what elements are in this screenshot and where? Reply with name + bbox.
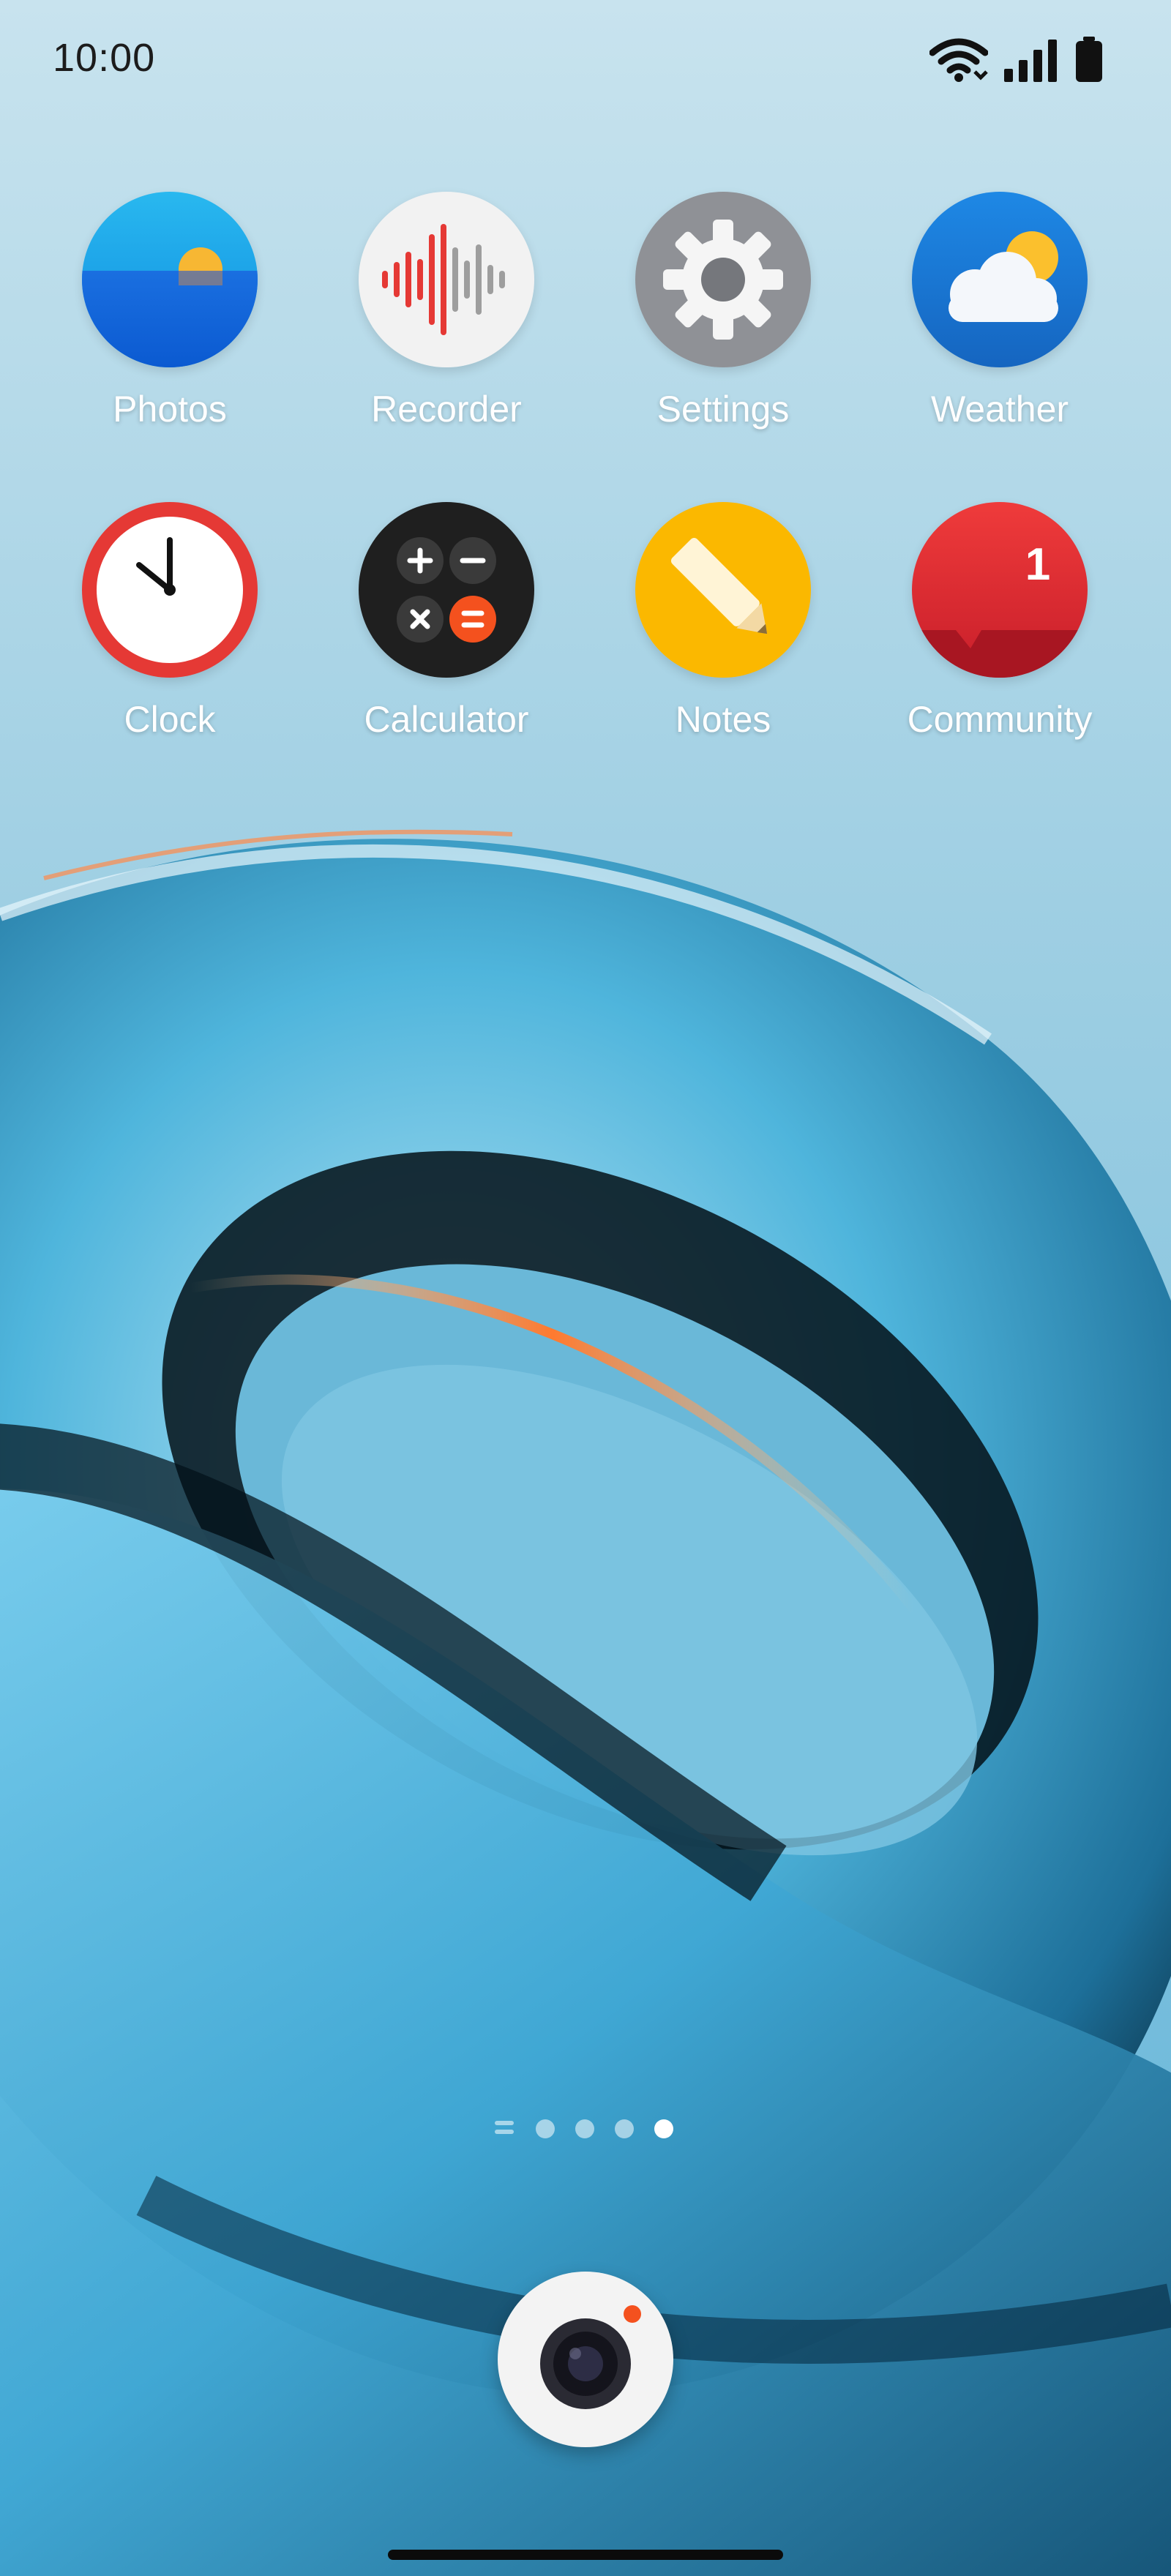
app-label: Notes	[675, 699, 771, 740]
page-dot-active[interactable]	[654, 2119, 673, 2138]
app-photos[interactable]: Photos	[60, 192, 280, 484]
page-dot[interactable]	[575, 2119, 594, 2138]
calculator-icon	[359, 502, 534, 678]
clock-icon	[82, 502, 258, 678]
recorder-icon	[359, 192, 534, 367]
app-camera[interactable]	[498, 2272, 673, 2447]
app-label: Settings	[656, 389, 790, 430]
app-recorder[interactable]: Recorder	[337, 192, 556, 484]
weather-icon	[912, 192, 1088, 367]
notification-badge: 1	[1025, 539, 1051, 590]
app-label: Calculator	[364, 699, 529, 740]
home-indicator-bar[interactable]	[388, 2550, 783, 2560]
app-notes[interactable]: Notes	[613, 502, 833, 795]
app-community[interactable]: 1 Community	[890, 502, 1110, 795]
page-dot-feed[interactable]	[495, 2121, 514, 2137]
page-indicator[interactable]	[487, 2113, 685, 2143]
app-label: Weather	[930, 389, 1069, 430]
app-label: Recorder	[371, 389, 522, 430]
page-dot[interactable]	[615, 2119, 634, 2138]
community-icon	[912, 502, 1088, 678]
app-settings[interactable]: Settings	[613, 192, 833, 484]
app-weather[interactable]: Weather	[890, 192, 1110, 484]
app-label: Community	[907, 699, 1093, 740]
notes-pencil-icon	[635, 502, 811, 678]
app-calculator[interactable]: Calculator	[337, 502, 556, 795]
camera-icon	[498, 2272, 673, 2447]
home-app-grid: Photos Recorder Settings Weather Clock C…	[0, 0, 1171, 805]
app-clock[interactable]: Clock	[60, 502, 280, 795]
photos-icon	[82, 192, 258, 367]
settings-gear-icon	[635, 192, 811, 367]
page-dot[interactable]	[536, 2119, 555, 2138]
app-label: Clock	[124, 699, 216, 740]
app-label: Photos	[113, 389, 227, 430]
